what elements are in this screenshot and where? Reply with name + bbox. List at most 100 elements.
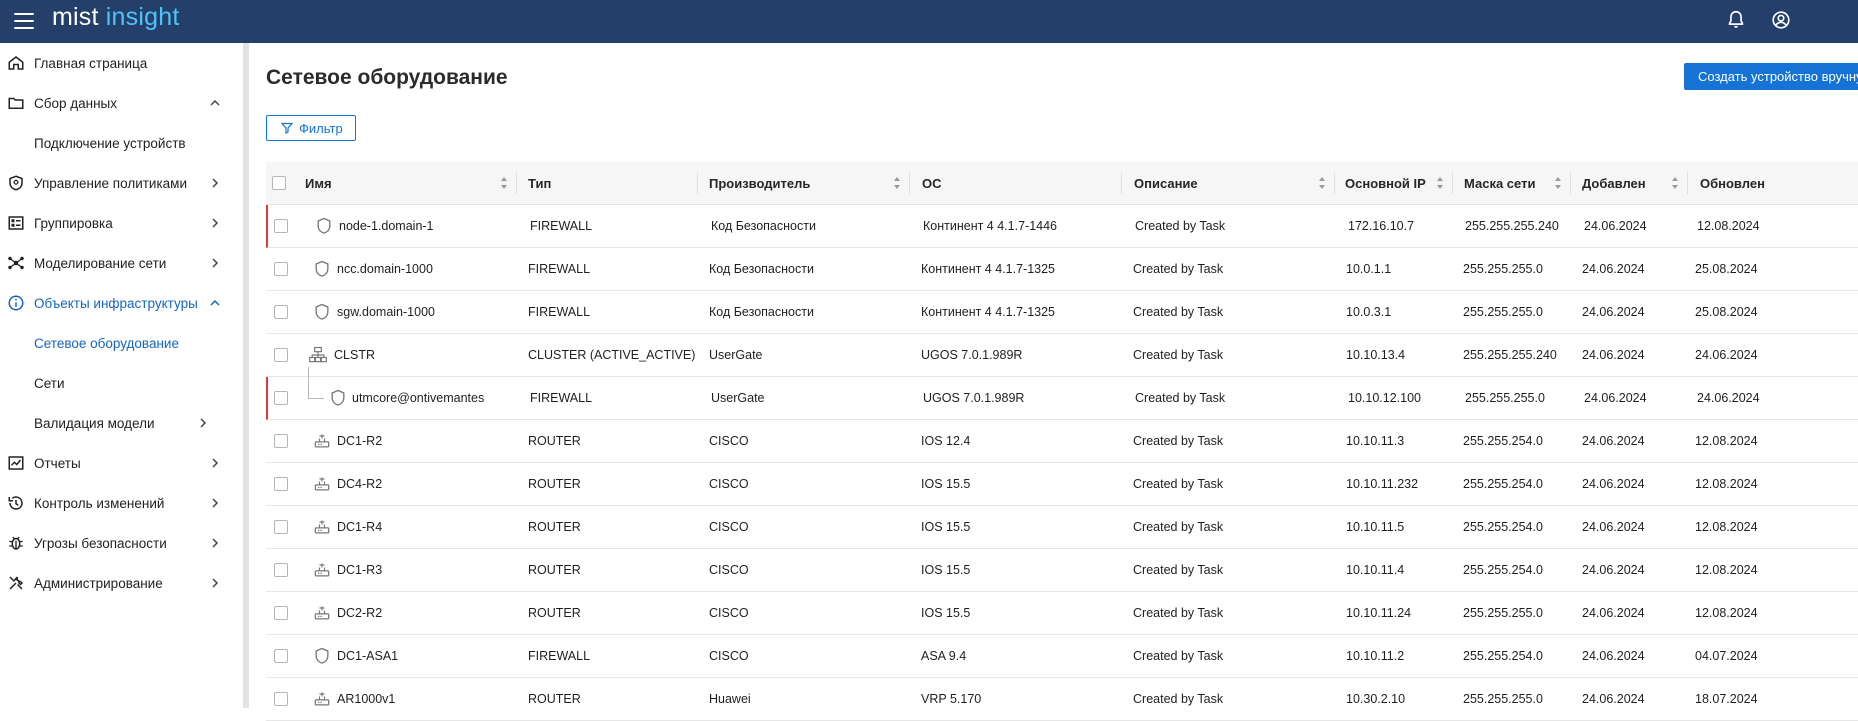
row-checkbox[interactable]: [274, 520, 288, 534]
app-logo[interactable]: mist insight: [52, 3, 179, 32]
cell-added: 24.06.2024: [1584, 219, 1647, 233]
column-header-type[interactable]: Тип: [517, 162, 697, 205]
device-name[interactable]: CLSTR: [334, 334, 375, 376]
cell-vendor: CISCO: [709, 606, 749, 620]
cell-os: VRP 5.170: [921, 692, 982, 706]
sort-icon[interactable]: [1671, 176, 1679, 190]
sidebar-item-grouping[interactable]: Группировка: [0, 203, 242, 243]
table-row[interactable]: node-1.domain-1 FIREWALL Код Безопасности К…: [266, 205, 1858, 248]
column-header-netmask[interactable]: Маска сети: [1453, 162, 1570, 205]
bell-icon[interactable]: [1725, 9, 1747, 31]
table-row[interactable]: DC2-R2 ROUTER CISCO IOS 15.5 Created by Task…: [266, 592, 1858, 635]
cell-updated: 24.06.2024: [1697, 391, 1760, 405]
row-checkbox[interactable]: [274, 692, 288, 706]
cell-type: FIREWALL: [530, 391, 593, 405]
column-header-name[interactable]: Имя: [288, 162, 516, 205]
cell-os: IOS 15.5: [921, 606, 971, 620]
sidebar-item-model-validation[interactable]: Валидация модели: [0, 403, 242, 443]
device-name[interactable]: DC1-R4: [337, 506, 382, 548]
sidebar-item-data-collection[interactable]: Сбор данных: [0, 83, 242, 123]
chevron-right-icon: [212, 498, 219, 508]
table-row[interactable]: DC1-R3 ROUTER CISCO IOS 15.5 Created by Task…: [266, 549, 1858, 592]
row-checkbox[interactable]: [274, 434, 288, 448]
device-name[interactable]: utmcore@ontivemantes: [352, 377, 484, 419]
table-row[interactable]: utmcore@ontivemantes FIREWALL UserGate UGOS…: [266, 367, 1858, 420]
device-name[interactable]: DC1-R3: [337, 549, 382, 591]
cell-ip: 10.10.11.5: [1346, 520, 1405, 534]
device-name[interactable]: DC1-R2: [337, 420, 382, 462]
history-icon: [8, 496, 23, 510]
device-name[interactable]: ncc.domain-1000: [337, 248, 433, 290]
row-checkbox[interactable]: [274, 305, 288, 319]
cell-mask: 255.255.255.0: [1465, 391, 1545, 405]
cell-added: 24.06.2024: [1582, 563, 1645, 577]
row-checkbox[interactable]: [274, 348, 288, 362]
table-row[interactable]: sgw.domain-1000 FIREWALL Код Безопасности К…: [266, 291, 1858, 334]
table-row[interactable]: DC1-ASA1 FIREWALL CISCO ASA 9.4 Created by T…: [266, 635, 1858, 678]
table-row[interactable]: DC4-R2 ROUTER CISCO IOS 15.5 Created by Task…: [266, 463, 1858, 506]
cell-added: 24.06.2024: [1582, 692, 1645, 706]
cell-vendor: Код Безопасности: [709, 262, 814, 276]
device-name[interactable]: sgw.domain-1000: [337, 291, 435, 333]
sort-icon[interactable]: [1554, 176, 1562, 190]
row-checkbox[interactable]: [274, 477, 288, 491]
folder-icon: [8, 97, 24, 109]
account-icon[interactable]: [1770, 9, 1792, 31]
cell-added: 24.06.2024: [1582, 649, 1645, 663]
sort-icon[interactable]: [1436, 176, 1444, 190]
table-row[interactable]: DC1-R2 ROUTER CISCO IOS 12.4 Created by Task…: [266, 420, 1858, 463]
column-header-updated[interactable]: Обновлен: [1688, 162, 1858, 205]
sidebar-item-reports[interactable]: Отчеты: [0, 443, 242, 483]
hamburger-menu-icon[interactable]: [14, 13, 34, 29]
device-name[interactable]: node-1.domain-1: [339, 205, 434, 247]
table-row[interactable]: CLSTR CLUSTER (ACTIVE_ACTIVE) UserGate UGOS…: [266, 334, 1858, 377]
sort-icon[interactable]: [500, 176, 508, 190]
device-name[interactable]: AR1000v1: [337, 678, 395, 720]
column-header-primary-ip[interactable]: Основной IP: [1335, 162, 1452, 205]
device-name[interactable]: DC1-ASA1: [337, 635, 398, 677]
chevron-up-icon: [210, 99, 220, 106]
sidebar-item-networks[interactable]: Сети: [0, 363, 242, 403]
sort-icon[interactable]: [893, 176, 901, 190]
row-checkbox[interactable]: [274, 391, 288, 405]
filter-button-label: Фильтр: [299, 120, 343, 136]
filter-button[interactable]: Фильтр: [266, 115, 356, 141]
device-name[interactable]: DC4-R2: [337, 463, 382, 505]
sidebar-item-network-modeling[interactable]: Моделирование сети: [0, 243, 242, 283]
column-header-vendor[interactable]: Производитель: [698, 162, 909, 205]
row-checkbox[interactable]: [274, 563, 288, 577]
table-row[interactable]: AR1000v1 ROUTER Huawei VRP 5.170 Created by …: [266, 678, 1858, 721]
table-row[interactable]: DC1-R4 ROUTER CISCO IOS 15.5 Created by Task…: [266, 506, 1858, 549]
sidebar-item-administration[interactable]: Администрирование: [0, 563, 242, 603]
router-icon: [312, 689, 332, 709]
device-name[interactable]: DC2-R2: [337, 592, 382, 634]
sidebar-item-policy-management[interactable]: Управление политиками: [0, 163, 242, 203]
row-checkbox[interactable]: [274, 219, 288, 233]
cell-desc: Created by Task: [1133, 692, 1224, 706]
sidebar-item-change-control[interactable]: Контроль изменений: [0, 483, 242, 523]
sidebar-item-network-equipment[interactable]: Сетевое оборудование: [0, 323, 242, 363]
row-checkbox[interactable]: [274, 649, 288, 663]
column-header-os[interactable]: ОС: [910, 162, 1121, 205]
sidebar-item-label: Моделирование сети: [34, 255, 167, 271]
sidebar-item-security-threats[interactable]: Угрозы безопасности: [0, 523, 242, 563]
sidebar-item-device-connection[interactable]: Подключение устройств: [0, 123, 242, 163]
column-header-added[interactable]: Добавлен: [1571, 162, 1687, 205]
select-all-checkbox[interactable]: [272, 176, 286, 190]
sidebar-item-label: Сбор данных: [34, 95, 117, 111]
cell-os: UGOS 7.0.1.989R: [923, 391, 1025, 405]
sidebar-item-home[interactable]: Главная страница: [0, 43, 242, 83]
cell-os: IOS 15.5: [921, 477, 971, 491]
sort-icon[interactable]: [1318, 176, 1326, 190]
table-header: Имя Тип Производитель ОС Описание Основн…: [266, 162, 1858, 205]
cell-vendor: Код Безопасности: [711, 219, 816, 233]
row-checkbox[interactable]: [274, 262, 288, 276]
column-header-description[interactable]: Описание: [1122, 162, 1334, 205]
create-device-button[interactable]: Создать устройство вручную: [1684, 63, 1858, 90]
table-row[interactable]: ncc.domain-1000 FIREWALL Код Безопасности К…: [266, 248, 1858, 291]
sidebar-item-infrastructure-objects[interactable]: Объекты инфраструктуры: [0, 283, 242, 323]
row-checkbox[interactable]: [274, 606, 288, 620]
sidebar-item-label: Подключение устройств: [34, 135, 186, 151]
sidebar-item-label: Контроль изменений: [34, 495, 165, 511]
cell-mask: 255.255.254.0: [1463, 649, 1543, 663]
